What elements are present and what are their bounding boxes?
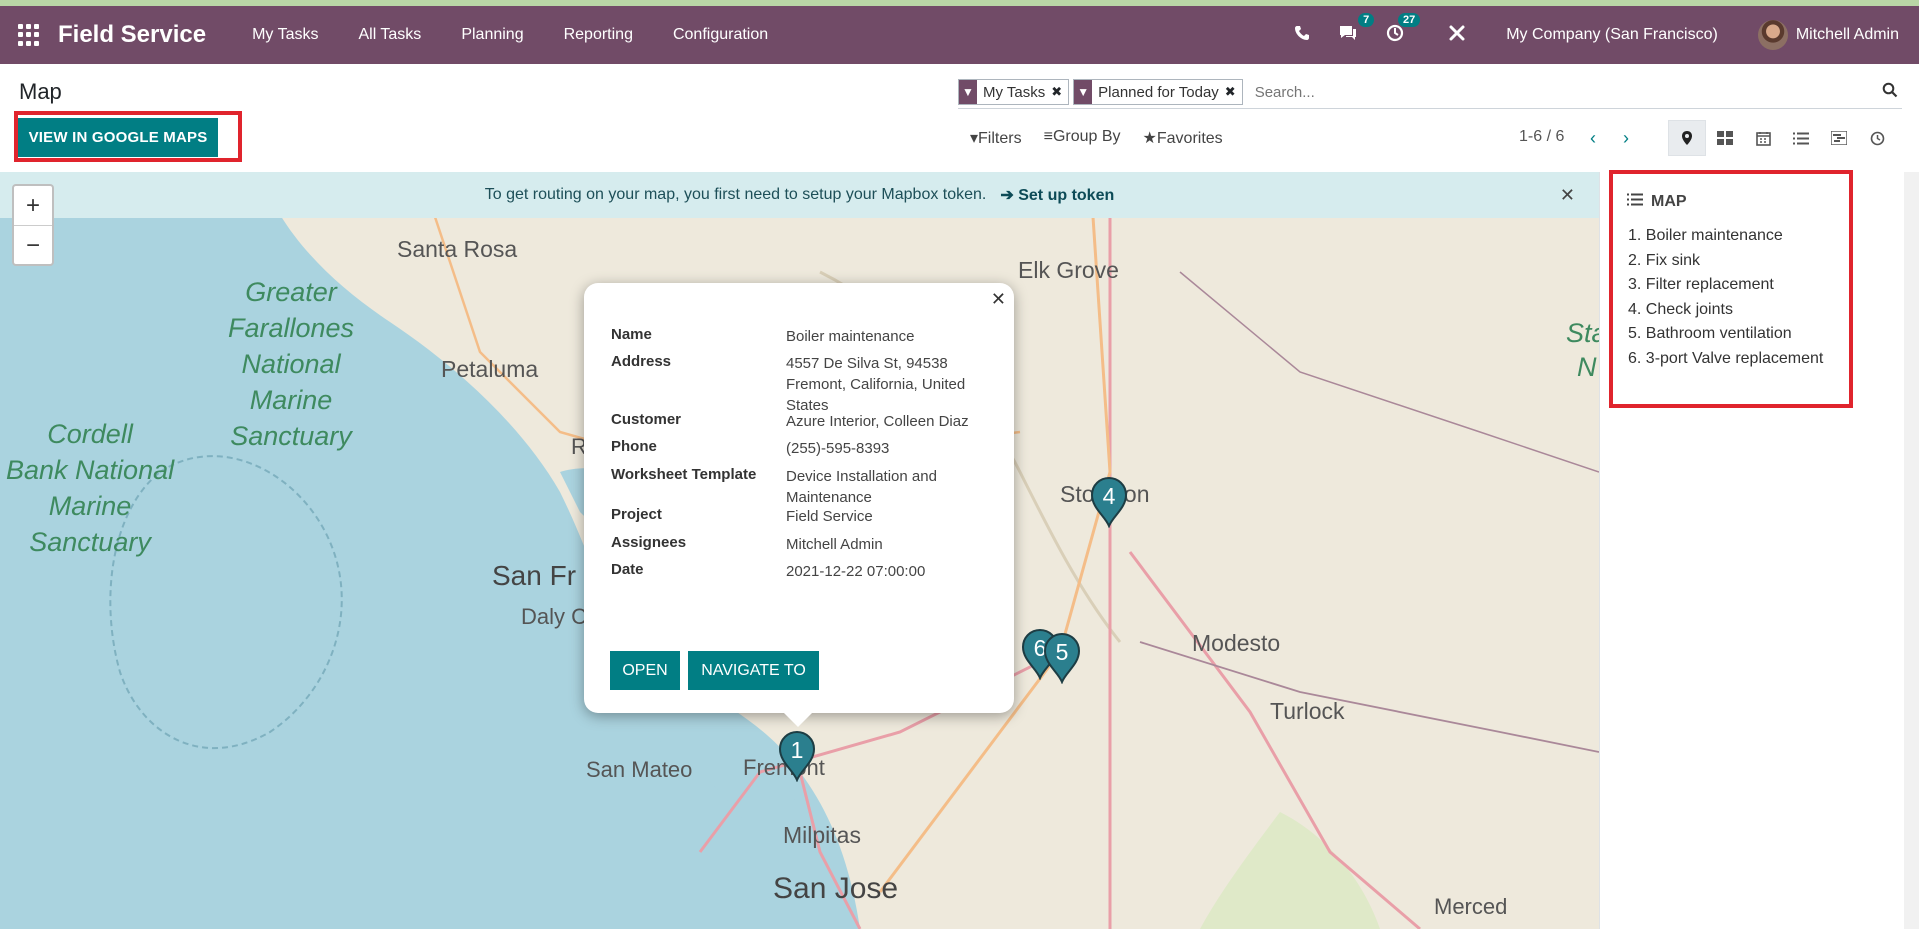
sidebar-task-list: 1. Boiler maintenance 2. Fix sink 3. Fil… xyxy=(1628,227,1823,374)
map-label-san-jose: San Jose xyxy=(773,872,899,905)
favorites-button[interactable]: ★Favorites xyxy=(1143,128,1223,148)
star-icon: ★ xyxy=(1142,130,1157,147)
sidebar-title: MAP xyxy=(1627,193,1687,211)
sidebar-item-valve-replacement[interactable]: 6. 3-port Valve replacement xyxy=(1628,350,1823,375)
mapbox-token-banner: To get routing on your map, you first ne… xyxy=(0,172,1599,218)
gantt-view-icon[interactable] xyxy=(1820,120,1858,156)
user-avatar[interactable] xyxy=(1757,20,1788,50)
task-popup: ✕ Name Boiler maintenance Address 4557 De … xyxy=(584,283,1014,727)
messages-icon[interactable]: 7 xyxy=(1338,12,1375,47)
banner-close-icon[interactable]: ✕ xyxy=(1560,185,1575,206)
kanban-view-icon[interactable] xyxy=(1706,120,1744,156)
sidebar-item-boiler-maintenance[interactable]: 1. Boiler maintenance xyxy=(1628,227,1823,252)
menu-all-tasks[interactable]: All Tasks xyxy=(358,26,421,44)
sidebar-item-fix-sink[interactable]: 2. Fix sink xyxy=(1628,252,1823,277)
sidebar-item-check-joints[interactable]: 4. Check joints xyxy=(1628,301,1823,326)
view-in-google-maps-button[interactable]: VIEW IN GOOGLE MAPS xyxy=(18,118,218,157)
pager-next-icon[interactable]: › xyxy=(1623,128,1629,149)
messages-badge: 7 xyxy=(1358,12,1375,27)
map-label-daly-city: Daly C xyxy=(521,604,588,629)
activities-clock-icon[interactable]: 27 xyxy=(1386,12,1421,47)
zoom-control: + − xyxy=(12,184,54,266)
remove-facet-icon[interactable]: ✖ xyxy=(1225,84,1242,100)
search-bar: ▼ My Tasks ✖ ▼ Planned for Today ✖ xyxy=(958,76,1902,109)
search-icon[interactable] xyxy=(1882,82,1898,102)
popup-row-worksheet-template: Worksheet Template Device Installation an… xyxy=(611,466,937,506)
map-view-icon[interactable] xyxy=(1668,120,1706,156)
sidebar-item-filter-replacement[interactable]: 3. Filter replacement xyxy=(1628,276,1823,301)
map-label-milpitas: Milpitas xyxy=(783,822,861,848)
map-label-cordell-bank: Cordell Bank National Marine Sanctuary xyxy=(6,419,175,557)
calendar-view-icon[interactable] xyxy=(1744,120,1782,156)
banner-text: To get routing on your map, you first ne… xyxy=(484,186,987,203)
zoom-out-button[interactable]: − xyxy=(14,226,52,265)
phone-icon[interactable] xyxy=(1294,25,1310,46)
popup-close-icon[interactable]: ✕ xyxy=(991,289,1006,310)
list-view-icon[interactable] xyxy=(1782,120,1820,156)
zoom-in-button[interactable]: + xyxy=(14,186,52,226)
marker-label: 4 xyxy=(1102,483,1116,509)
facet-planned-today[interactable]: ▼ Planned for Today ✖ xyxy=(1073,79,1243,105)
page-scrollbar[interactable] xyxy=(1904,172,1919,929)
main-navbar: Field Service My Tasks All Tasks Plannin… xyxy=(0,6,1919,64)
popup-row-project: Project Field Service xyxy=(611,506,873,525)
app-name[interactable]: Field Service xyxy=(58,21,206,49)
filter-funnel-icon: ▾ xyxy=(970,130,979,147)
menu-my-tasks[interactable]: My Tasks xyxy=(252,26,318,44)
marker-label: 5 xyxy=(1055,639,1069,665)
map-label-edge-2: N xyxy=(1577,352,1597,382)
map-marker-5[interactable]: 5 xyxy=(1043,632,1081,685)
sidebar-item-bathroom-ventilation[interactable]: 5. Bathroom ventilation xyxy=(1628,325,1823,350)
map-label-petaluma: Petaluma xyxy=(441,356,539,382)
map-label-turlock: Turlock xyxy=(1270,698,1345,724)
marker-label: 1 xyxy=(790,737,804,763)
menu-planning[interactable]: Planning xyxy=(461,26,523,44)
list-icon xyxy=(1627,193,1643,211)
activity-view-icon[interactable] xyxy=(1858,120,1896,156)
map-canvas[interactable]: To get routing on your map, you first ne… xyxy=(0,172,1599,929)
popup-row-phone: Phone (255)-595-8393 xyxy=(611,438,890,457)
company-switcher[interactable]: My Company (San Francisco) xyxy=(1506,26,1718,44)
apps-grid-icon[interactable] xyxy=(18,24,40,46)
search-input[interactable] xyxy=(1252,82,1902,102)
facet-label: Planned for Today xyxy=(1098,83,1219,101)
popup-row-assignees: Assignees Mitchell Admin xyxy=(611,534,883,553)
filter-icon: ▼ xyxy=(959,80,977,104)
map-label-san-francisco: San Fr xyxy=(492,560,577,591)
page-title: Map xyxy=(19,79,62,104)
group-by-icon: ≡ xyxy=(1043,128,1053,145)
map-label-merced: Merced xyxy=(1434,894,1508,919)
group-by-button[interactable]: ≡Group By xyxy=(1044,128,1121,148)
map-label-san-mateo: San Mateo xyxy=(586,757,693,782)
activities-badge: 27 xyxy=(1397,12,1421,27)
pager-value[interactable]: 1-6 / 6 xyxy=(1519,128,1564,146)
facet-my-tasks[interactable]: ▼ My Tasks ✖ xyxy=(958,79,1070,105)
pager-previous-icon[interactable]: ‹ xyxy=(1590,128,1596,149)
facet-label: My Tasks xyxy=(983,83,1046,101)
navigate-to-button[interactable]: NAVIGATE TO xyxy=(688,651,819,690)
filters-button[interactable]: ▾Filters xyxy=(970,128,1022,148)
popup-row-name: Name Boiler maintenance xyxy=(611,326,915,345)
view-switcher xyxy=(1668,120,1896,156)
tools-icon[interactable] xyxy=(1448,24,1466,47)
menu-reporting[interactable]: Reporting xyxy=(564,26,633,44)
map-label-edge-1: Sta xyxy=(1566,318,1599,348)
map-marker-1[interactable]: 1 xyxy=(778,730,816,783)
map-marker-4[interactable]: 4 xyxy=(1090,476,1128,529)
map-label-elk-grove: Elk Grove xyxy=(1018,257,1119,283)
setup-token-link[interactable]: ➔ Set up token xyxy=(1000,185,1114,205)
map-label-santa-rosa: Santa Rosa xyxy=(397,236,518,262)
filter-icon: ▼ xyxy=(1074,80,1093,104)
user-menu[interactable]: Mitchell Admin xyxy=(1796,26,1899,44)
popup-row-date: Date 2021-12-22 07:00:00 xyxy=(611,561,926,580)
menu-configuration[interactable]: Configuration xyxy=(673,26,768,44)
remove-facet-icon[interactable]: ✖ xyxy=(1051,84,1068,100)
open-button[interactable]: OPEN xyxy=(610,651,680,690)
popup-row-address: Address 4557 De Silva St, 94538 Fremont, … xyxy=(611,353,966,414)
popup-row-customer: Customer Azure Interior, Colleen Diaz xyxy=(611,411,969,430)
search-options: ▾Filters ≡Group By ★Favorites xyxy=(970,128,1223,148)
map-label-greater-farallones: Greater Farallones National Marine Sanct… xyxy=(228,277,355,451)
map-label-modesto: Modesto xyxy=(1192,630,1281,656)
